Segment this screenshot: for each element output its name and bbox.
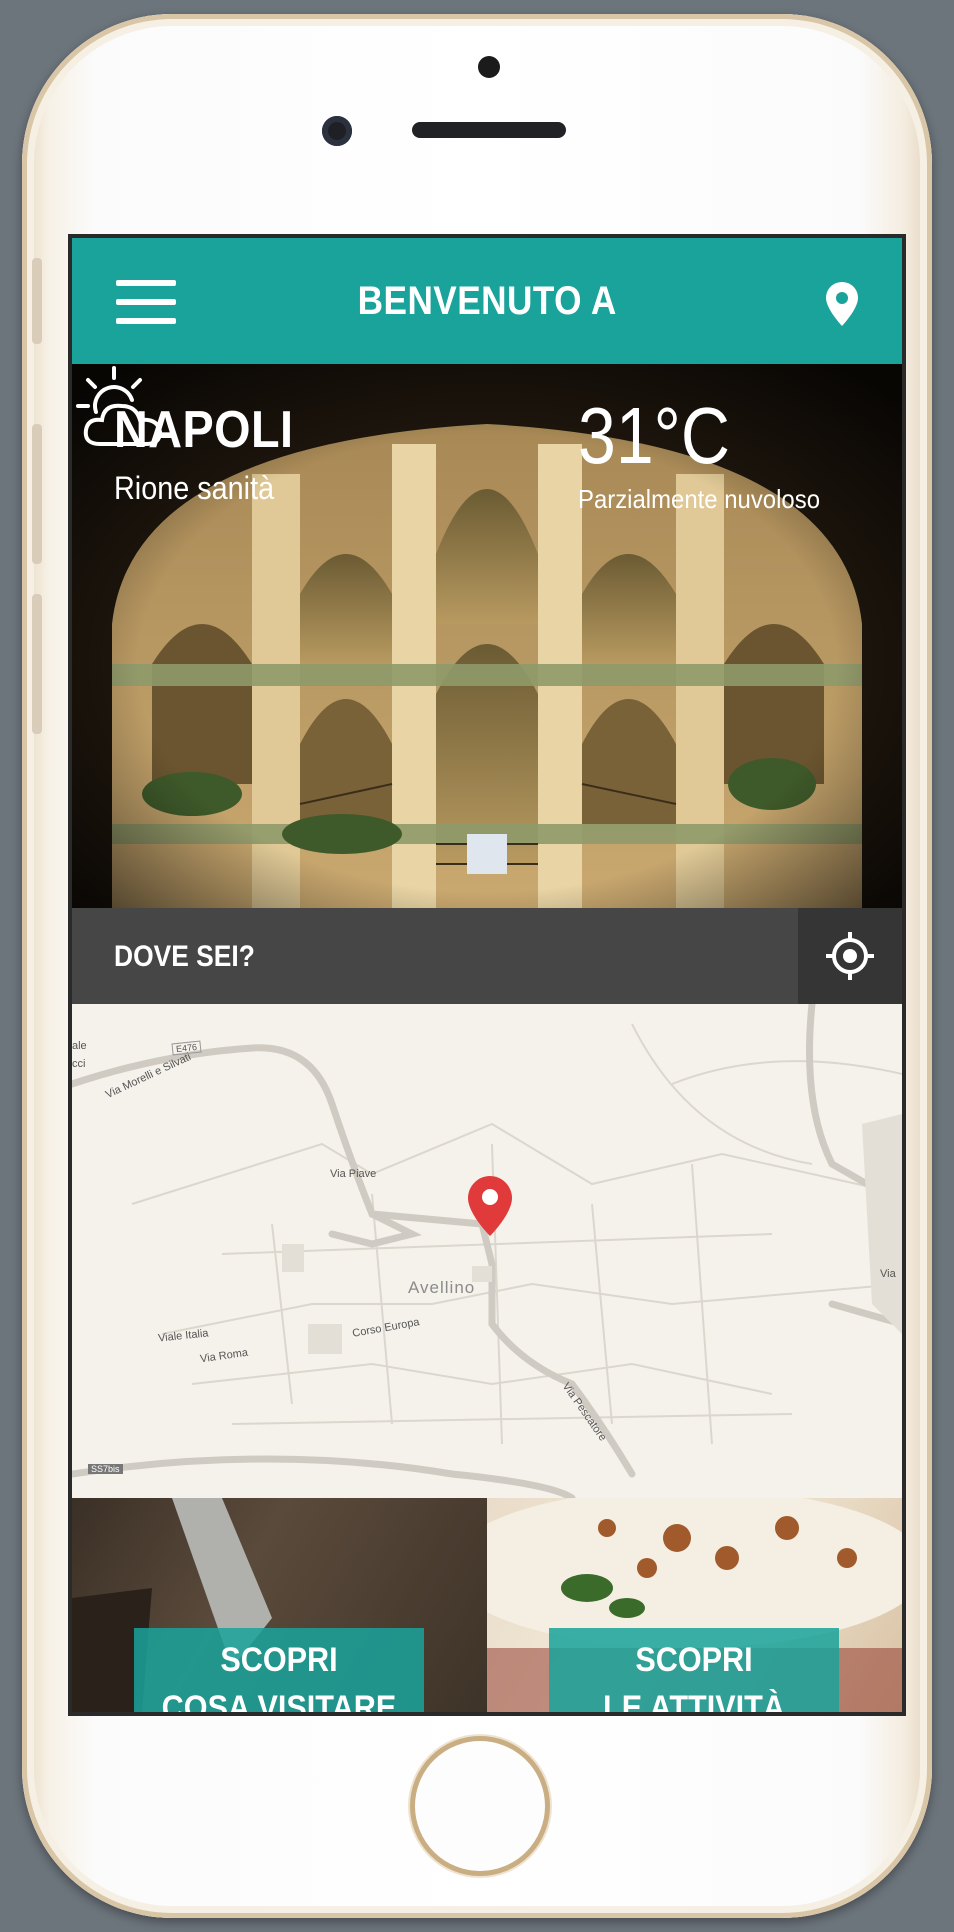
card-line1: SCOPRI [220,1641,338,1679]
app-screen: BENVENUTO A NAPOLI Rione sanità 31°C Par… [72,238,902,1712]
mute-switch [32,258,42,344]
map-street-label: ale [72,1040,87,1052]
weather-condition: Parzialmente nuvoloso [578,484,821,514]
map-city-label: Avellino [408,1278,476,1297]
discover-places-button[interactable]: SCOPRI COSA VISITARE [134,1628,424,1712]
map-pin-icon[interactable] [468,1176,512,1236]
temperature-value: 31°C [578,391,730,480]
volume-up-button [32,424,42,564]
map-roads [72,1004,902,1498]
location-pin-icon[interactable] [826,282,858,326]
home-button[interactable] [410,1736,550,1876]
proximity-sensor [478,56,500,78]
app-bar: BENVENUTO A [72,238,902,364]
card-line1: SCOPRI [635,1641,753,1679]
location-bar: DOVE SEI? [72,908,902,1004]
location-label: DOVE SEI? [114,940,255,973]
map-street-label: Via Piave [330,1168,377,1180]
map-view[interactable]: Via Morelli e Silvati Via Piave Viale It… [72,1004,902,1498]
district-name: Rione sanità [114,470,275,506]
partly-cloudy-icon [76,366,163,446]
discover-activities-button[interactable]: SCOPRI LE ATTIVITÀ [549,1628,839,1712]
crosshair-icon [826,932,874,980]
front-camera [322,116,352,146]
earpiece-speaker [412,122,566,138]
menu-icon[interactable] [116,280,176,324]
volume-down-button [32,594,42,734]
discover-places-card[interactable]: SCOPRI COSA VISITARE [72,1498,487,1712]
card-line2: COSA VISITARE [161,1689,397,1712]
hero-banner: NAPOLI Rione sanità 31°C Parzialmente nu… [72,364,902,908]
locate-me-button[interactable] [798,908,902,1004]
card-line2: LE ATTIVITÀ [603,1689,785,1712]
map-street-label: Via [880,1268,896,1280]
discover-activities-card[interactable]: SCOPRI LE ATTIVITÀ [487,1498,902,1712]
app-title: BENVENUTO A [357,278,617,323]
map-road-shield: SS7bis [88,1464,123,1474]
map-street-label: cci [72,1058,86,1070]
